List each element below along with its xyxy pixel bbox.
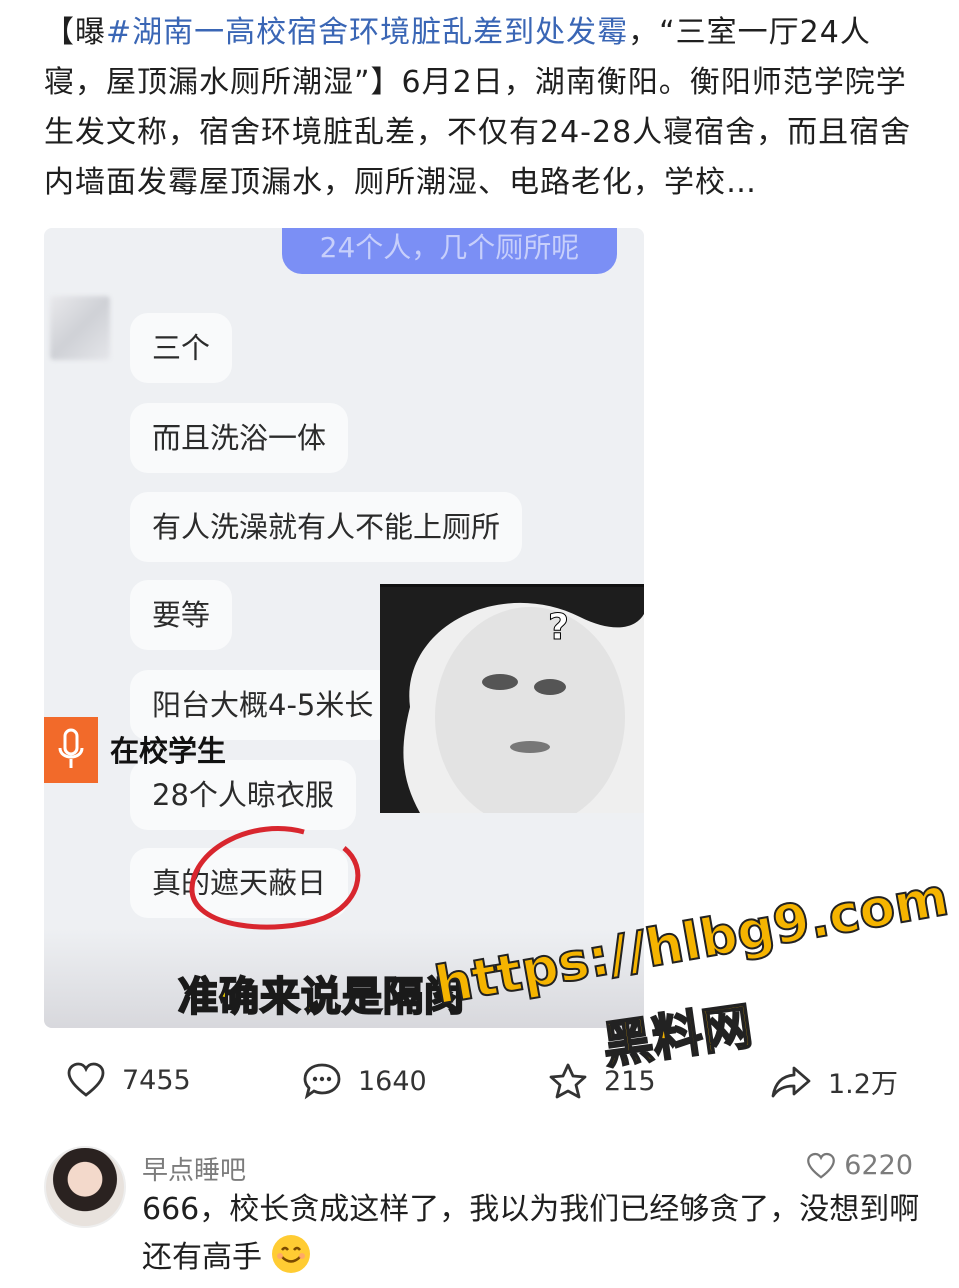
comment-body: 666，校长贪成这样了，我以为我们已经够贪了，没想到啊还有高手 bbox=[142, 1192, 920, 1275]
share-arrow-icon bbox=[771, 1066, 811, 1097]
like-button[interactable]: 7455 bbox=[66, 1062, 191, 1098]
question-mark: ? bbox=[548, 607, 570, 649]
commenter-name[interactable]: 早点睡吧 bbox=[142, 1150, 246, 1187]
blurred-avatar bbox=[50, 296, 110, 360]
topic-link[interactable]: #湖南一高校宿舍环境脏乱差到处发霉 bbox=[106, 15, 628, 50]
comment-button[interactable]: 1640 bbox=[302, 1062, 427, 1100]
share-count: 1.2万 bbox=[828, 1069, 898, 1100]
favorite-count: 215 bbox=[604, 1065, 656, 1097]
like-count: 7455 bbox=[122, 1064, 191, 1096]
chat-bubble-received: 有人洗澡就有人不能上厕所 bbox=[130, 492, 523, 562]
red-circle-annotation bbox=[189, 826, 361, 930]
smile-emoji-icon bbox=[271, 1235, 310, 1273]
comment-like-count: 6220 bbox=[844, 1150, 913, 1181]
heart-icon bbox=[807, 1152, 836, 1179]
mic-badge bbox=[44, 717, 98, 783]
favorite-button[interactable]: 215 bbox=[548, 1062, 656, 1100]
post-prefix: 【曝 bbox=[44, 15, 106, 50]
speaker-label: 在校学生 bbox=[110, 734, 227, 768]
video-caption: 准确来说是隔阂 bbox=[177, 973, 465, 1021]
heart-icon bbox=[67, 1062, 105, 1097]
chat-bubble-received: 而且洗浴一体 bbox=[130, 403, 349, 473]
comment-count: 1640 bbox=[358, 1065, 427, 1097]
chat-bubble-sent: 24个人，几个厕所呢 bbox=[282, 228, 617, 274]
chat-bubble-received: 三个 bbox=[130, 313, 233, 383]
comment-like-button[interactable]: 6220 bbox=[806, 1150, 913, 1181]
post-actions: 7455 1640 215 1.2万 bbox=[0, 1062, 959, 1122]
comment-bubble-icon bbox=[303, 1063, 341, 1100]
post-text: 【曝#湖南一高校宿舍环境脏乱差到处发霉，“三室一厅24人寝，屋顶漏水厕所潮湿”】… bbox=[44, 8, 924, 208]
star-icon bbox=[549, 1063, 587, 1099]
post-video[interactable]: 24个人，几个厕所呢 三个 而且洗浴一体 有人洗澡就有人不能上厕所 要等 阳台大… bbox=[44, 228, 644, 1028]
comment-text: 666，校长贪成这样了，我以为我们已经够贪了，没想到啊还有高手 bbox=[142, 1186, 922, 1282]
microphone-icon bbox=[58, 728, 84, 768]
commenter-avatar[interactable] bbox=[44, 1146, 126, 1228]
meme-face-image: ? bbox=[380, 584, 644, 813]
chat-bubble-received: 要等 bbox=[130, 580, 233, 650]
share-button[interactable]: 1.2万 bbox=[770, 1062, 898, 1101]
